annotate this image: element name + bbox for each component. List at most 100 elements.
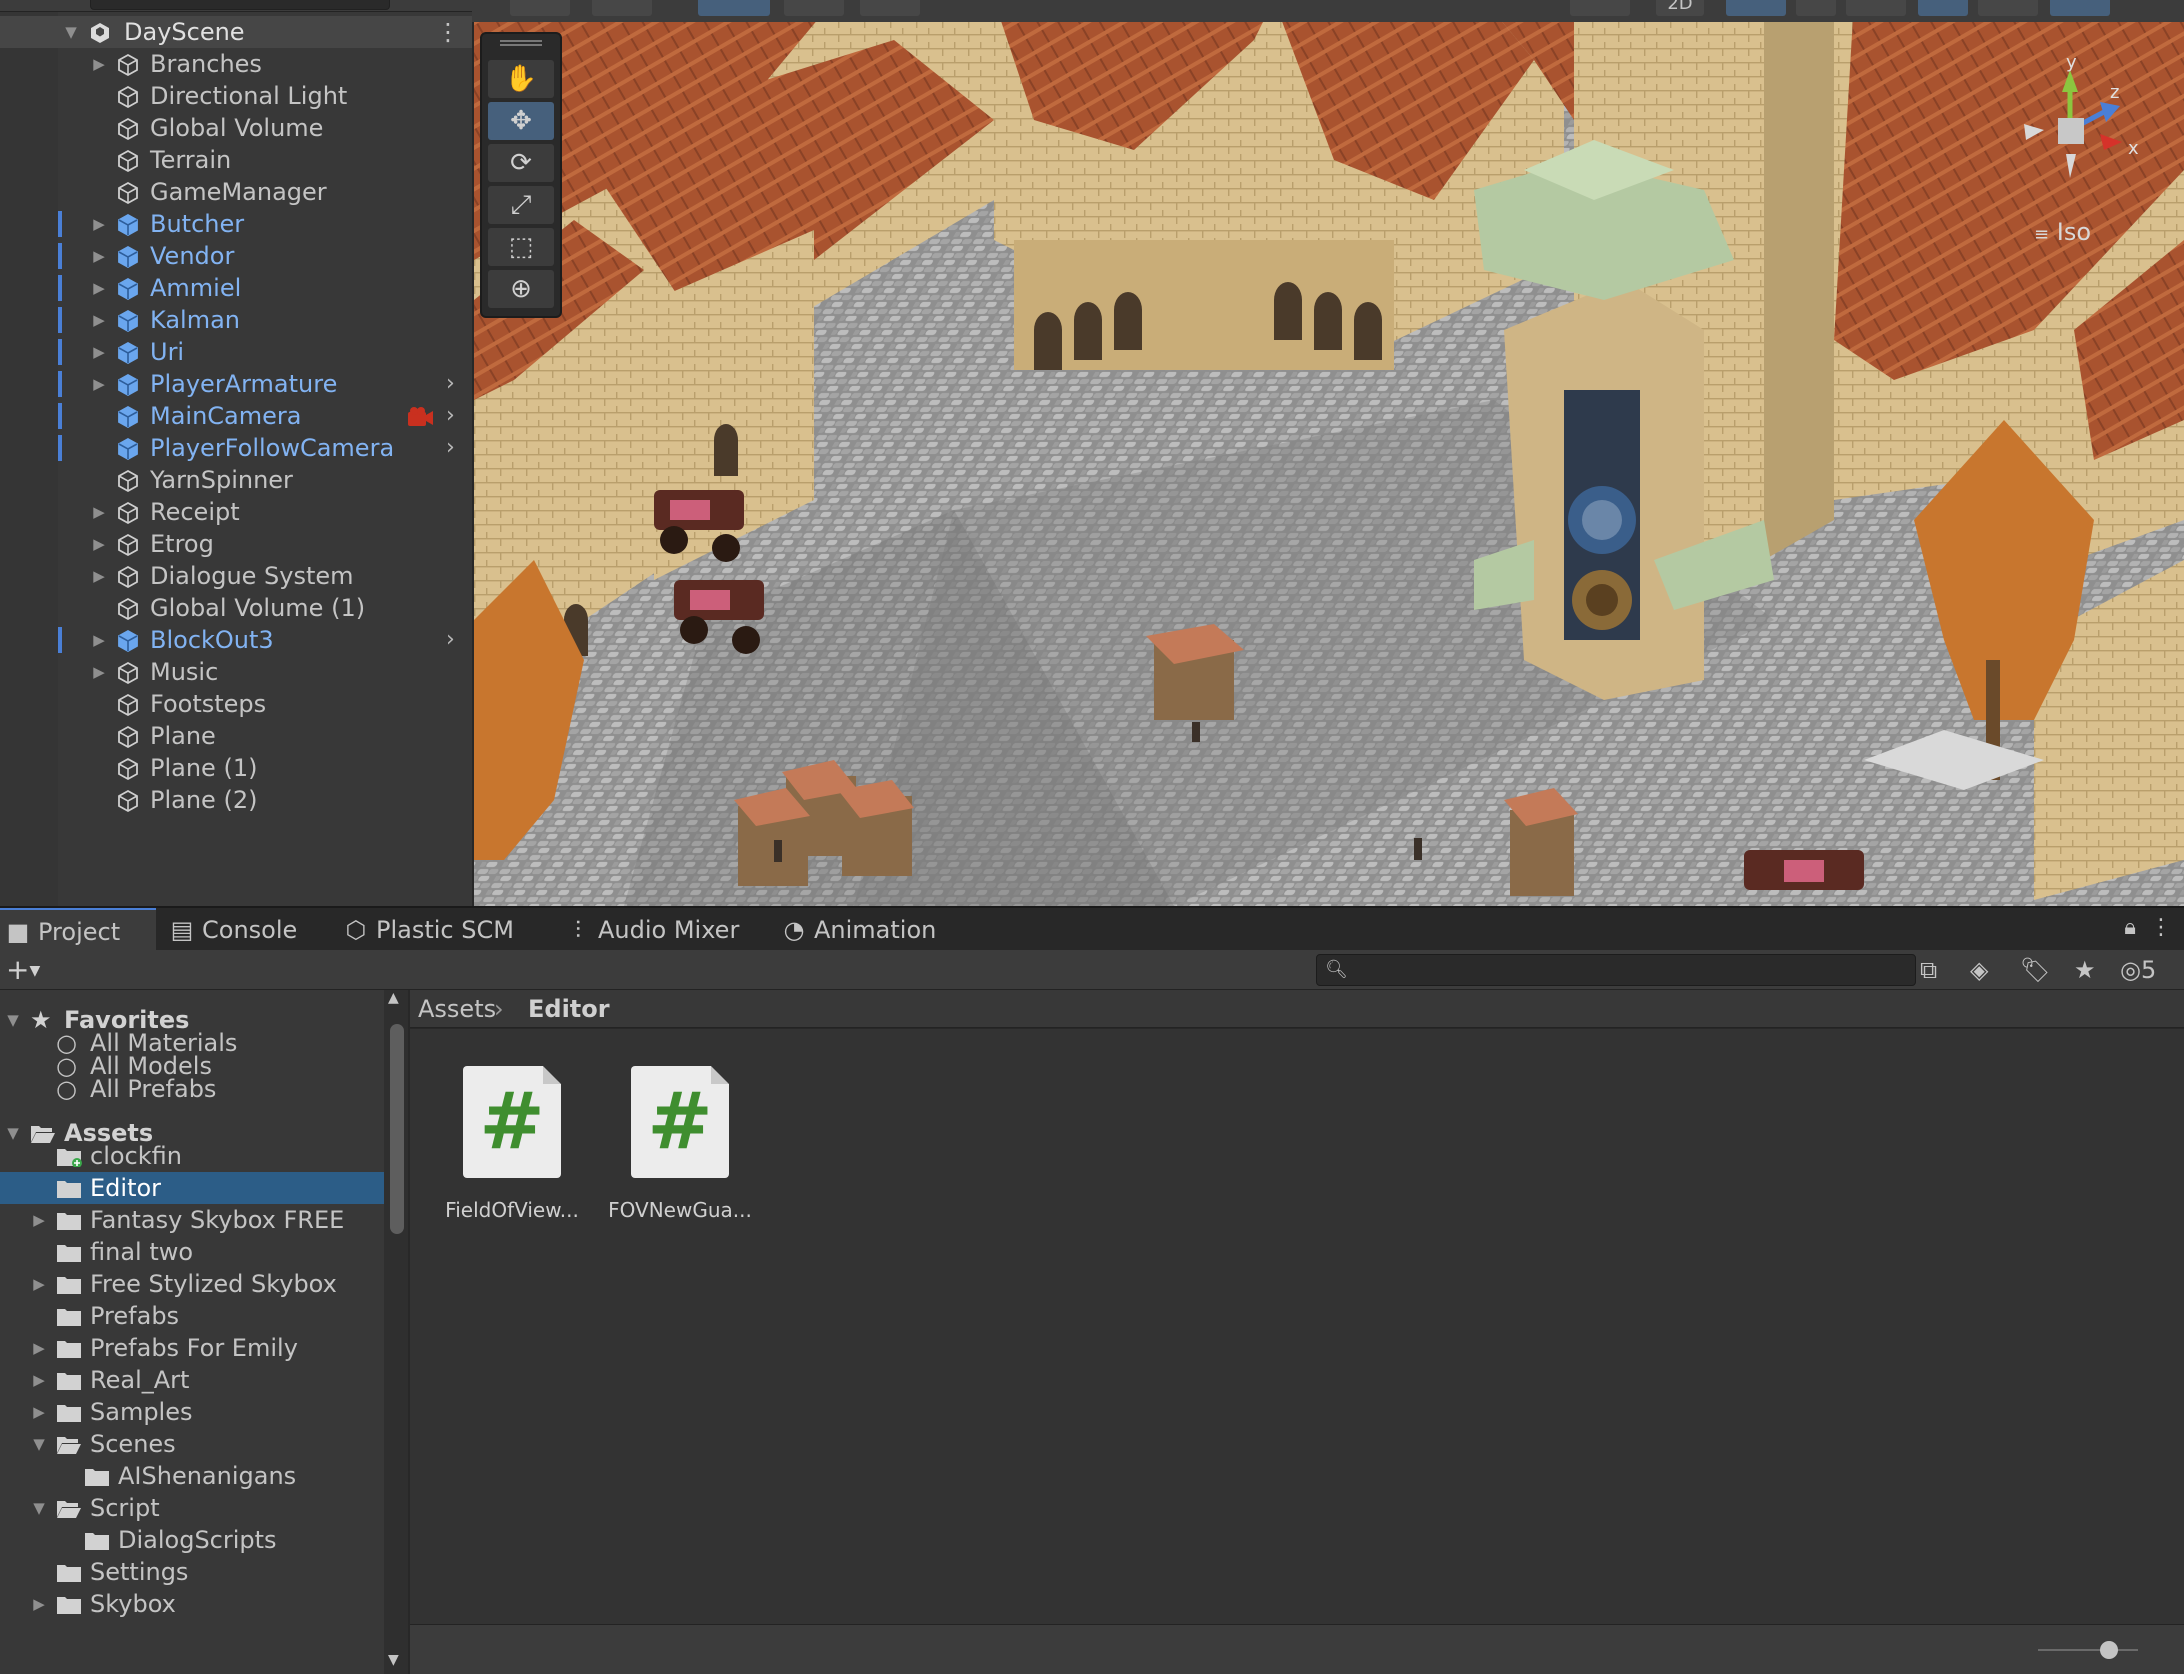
open-prefab-chevron-icon[interactable]: › bbox=[446, 400, 462, 432]
filter-by-type-icon[interactable]: ◈ bbox=[1970, 952, 1988, 988]
expand-arrow-icon[interactable]: ▶ bbox=[90, 208, 108, 240]
tree-scrollbar-thumb[interactable] bbox=[390, 1024, 404, 1234]
transform-tool[interactable]: ⊕ bbox=[488, 270, 554, 308]
expand-arrow-icon[interactable]: ▶ bbox=[90, 48, 108, 80]
hierarchy-item[interactable]: ▶ Kalman bbox=[0, 304, 472, 336]
open-prefab-chevron-icon[interactable]: › bbox=[446, 624, 462, 656]
hidden-packages-toggle[interactable]: ◎5 bbox=[2120, 952, 2156, 988]
tab-plastic-scm[interactable]: ⬡ Plastic SCM bbox=[344, 908, 544, 952]
effects-dropdown[interactable] bbox=[1846, 0, 1906, 16]
folder-item[interactable]: ▶ Fantasy Skybox FREE bbox=[0, 1204, 384, 1236]
hierarchy-item[interactable]: ▶ BlockOut3 › bbox=[0, 624, 472, 656]
expand-arrow-icon[interactable]: ▶ bbox=[90, 560, 108, 592]
camera-settings-dropdown[interactable] bbox=[1978, 0, 2038, 16]
render-mode-dropdown[interactable] bbox=[592, 0, 652, 16]
hierarchy-item[interactable]: Global Volume (1) bbox=[0, 592, 472, 624]
collapse-arrow-icon[interactable]: ▼ bbox=[30, 1428, 48, 1460]
shading-dropdown[interactable] bbox=[1570, 0, 1630, 16]
folder-item[interactable]: ▼ Script bbox=[0, 1492, 384, 1524]
projection-label[interactable]: ≡ Iso bbox=[2034, 218, 2091, 246]
open-prefab-chevron-icon[interactable]: › bbox=[446, 368, 462, 400]
gizmos-dropdown[interactable] bbox=[2050, 0, 2110, 16]
hierarchy-item[interactable]: Plane (1) bbox=[0, 752, 472, 784]
collapse-arrow-icon[interactable]: ▼ bbox=[30, 1492, 48, 1524]
folder-item[interactable]: DialogScripts bbox=[0, 1524, 384, 1556]
hand-tool[interactable]: ✋ bbox=[488, 60, 554, 98]
snap-dropdown[interactable] bbox=[784, 0, 844, 16]
add-asset-button[interactable]: +▼ bbox=[6, 950, 40, 990]
hierarchy-item[interactable]: ▶ Dialogue System bbox=[0, 560, 472, 592]
hierarchy-item[interactable]: Plane bbox=[0, 720, 472, 752]
expand-arrow-icon[interactable]: ▶ bbox=[90, 528, 108, 560]
draw-mode-dropdown[interactable] bbox=[510, 0, 570, 16]
scene-view[interactable] bbox=[474, 0, 2184, 906]
expand-arrow-icon[interactable]: ▶ bbox=[30, 1268, 48, 1300]
breadcrumb-assets[interactable]: Assets bbox=[418, 990, 496, 1028]
icon-size-slider-knob[interactable] bbox=[2100, 1641, 2118, 1659]
scroll-down-icon[interactable]: ▼ bbox=[388, 1652, 399, 1668]
tab-console[interactable]: ▤ Console bbox=[170, 908, 330, 952]
move-tool[interactable]: ✥ bbox=[488, 102, 554, 140]
palette-drag-handle-icon[interactable] bbox=[500, 40, 542, 46]
folder-item[interactable]: Prefabs bbox=[0, 1300, 384, 1332]
folder-item[interactable]: ▼ Scenes bbox=[0, 1428, 384, 1460]
hierarchy-item[interactable]: ▶ Ammiel bbox=[0, 272, 472, 304]
favorite-item[interactable]: ○ All Prefabs bbox=[0, 1073, 384, 1105]
2d-toggle[interactable]: 2D bbox=[1656, 0, 1704, 16]
hierarchy-item[interactable]: Directional Light bbox=[0, 80, 472, 112]
hierarchy-item[interactable]: ▶ Music bbox=[0, 656, 472, 688]
expand-arrow-icon[interactable]: ▶ bbox=[90, 304, 108, 336]
filter-by-label-icon[interactable]: 🏷︎ bbox=[2020, 952, 2050, 988]
scroll-up-icon[interactable]: ▲ bbox=[388, 990, 399, 1006]
expand-arrow-icon[interactable]: ▶ bbox=[30, 1588, 48, 1620]
folder-item[interactable]: ▶ Real_Art bbox=[0, 1364, 384, 1396]
expand-arrow-icon[interactable]: ▶ bbox=[90, 496, 108, 528]
expand-arrow-icon[interactable]: ▶ bbox=[90, 368, 108, 400]
rect-tool[interactable]: ⬚ bbox=[488, 228, 554, 266]
hierarchy-search-input[interactable] bbox=[90, 0, 390, 10]
hierarchy-item[interactable]: ▶ PlayerArmature › bbox=[0, 368, 472, 400]
folder-item[interactable]: Settings bbox=[0, 1556, 384, 1588]
hierarchy-item[interactable]: ▶ Receipt bbox=[0, 496, 472, 528]
asset-item-fovnewguard[interactable]: # FOVNewGua... bbox=[596, 1066, 764, 1222]
expand-arrow-icon[interactable]: ▶ bbox=[30, 1364, 48, 1396]
folder-item[interactable]: AIShenanigans bbox=[0, 1460, 384, 1492]
hierarchy-item[interactable]: Plane (2) bbox=[0, 784, 472, 816]
grid-dropdown[interactable] bbox=[860, 0, 920, 16]
hierarchy-item[interactable]: ▶ Butcher bbox=[0, 208, 472, 240]
tab-audio-mixer[interactable]: ⫶ Audio Mixer bbox=[566, 908, 766, 952]
expand-arrow-icon[interactable]: ▶ bbox=[90, 336, 108, 368]
breadcrumb-editor[interactable]: Editor bbox=[528, 990, 610, 1028]
folder-item[interactable]: final two bbox=[0, 1236, 384, 1268]
hierarchy-item[interactable]: MainCamera › bbox=[0, 400, 472, 432]
favorite-star-icon[interactable]: ★ bbox=[2074, 952, 2096, 988]
hierarchy-item[interactable]: YarnSpinner bbox=[0, 464, 472, 496]
scene-root-row[interactable]: ▼ DayScene ⋮ bbox=[0, 16, 472, 48]
hierarchy-item[interactable]: Footsteps bbox=[0, 688, 472, 720]
hierarchy-item[interactable]: PlayerFollowCamera › bbox=[0, 432, 472, 464]
expand-arrow-icon[interactable]: ▶ bbox=[90, 272, 108, 304]
hierarchy-item[interactable]: GameManager bbox=[0, 176, 472, 208]
window-menu-icon[interactable]: ⋮ bbox=[2150, 915, 2172, 940]
asset-item-fieldofview[interactable]: # FieldOfView... bbox=[428, 1066, 596, 1222]
orientation-gizmo[interactable]: y z x bbox=[2004, 50, 2154, 200]
tab-project[interactable]: ■ Project bbox=[0, 908, 156, 952]
project-search-input[interactable]: 🔍︎ bbox=[1316, 954, 1916, 986]
hierarchy-item[interactable]: Global Volume bbox=[0, 112, 472, 144]
expand-arrow-icon[interactable]: ▶ bbox=[90, 624, 108, 656]
pivot-toggle[interactable] bbox=[698, 0, 770, 16]
folder-item[interactable]: ▶ Skybox bbox=[0, 1588, 384, 1620]
tab-animation[interactable]: ◔ Animation bbox=[782, 908, 982, 952]
lock-icon[interactable]: 🔒︎ bbox=[2124, 915, 2136, 940]
folder-item[interactable]: ▶ Free Stylized Skybox bbox=[0, 1268, 384, 1300]
scale-tool[interactable]: ⤢ bbox=[488, 186, 554, 224]
expand-arrow-icon[interactable]: ▶ bbox=[30, 1396, 48, 1428]
expand-arrow-icon[interactable]: ▶ bbox=[90, 240, 108, 272]
expand-arrow-icon[interactable]: ▶ bbox=[90, 656, 108, 688]
lighting-toggle[interactable] bbox=[1726, 0, 1786, 16]
audio-toggle[interactable] bbox=[1796, 0, 1836, 16]
hierarchy-item[interactable]: ▶ Uri bbox=[0, 336, 472, 368]
hierarchy-item[interactable]: Terrain bbox=[0, 144, 472, 176]
expand-arrow-icon[interactable]: ▶ bbox=[30, 1204, 48, 1236]
hierarchy-item[interactable]: ▶ Etrog bbox=[0, 528, 472, 560]
